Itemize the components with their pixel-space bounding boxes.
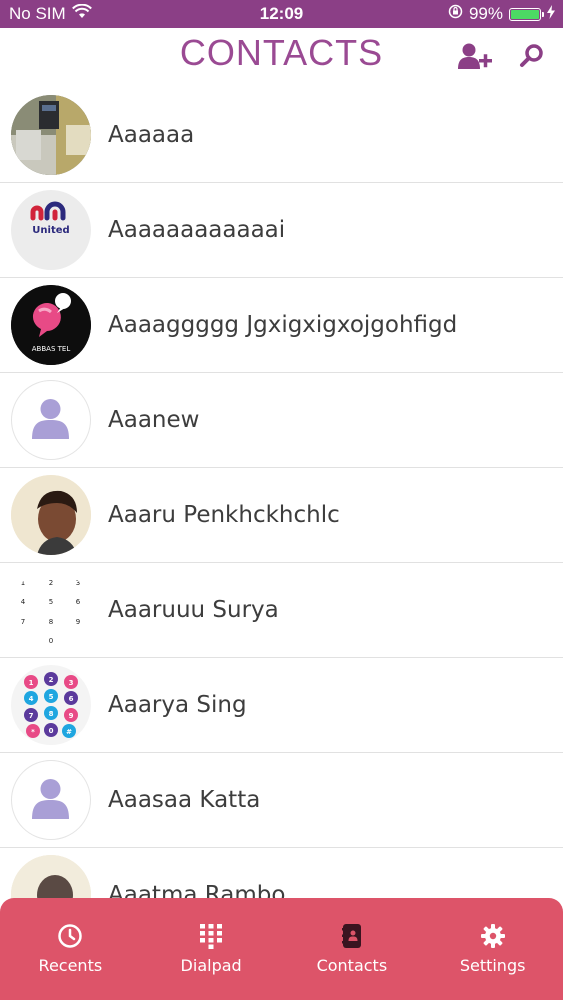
charging-icon [547,4,555,24]
tab-label: Recents [38,956,103,975]
keypad-key: 4 [21,598,26,606]
search-button[interactable] [512,38,552,74]
contact-row[interactable]: Aaaaaa [0,88,563,183]
contact-row[interactable]: 1 2 3 4 5 6 7 8 9 * 0 # Aaarya Sing [0,658,563,753]
contact-avatar [11,380,91,460]
abbas-tel-logo-icon: ABBAS TEL [11,285,91,365]
united-logo-icon: United [30,201,70,236]
keypad-key: 0 [49,727,54,735]
contact-name: Aaaru Penkhckhchlc [108,502,340,528]
dialpad-icon [200,924,223,949]
keypad-key: 3 [76,579,80,587]
tab-label: Contacts [316,956,388,975]
contact-avatar: United [11,190,91,270]
contact-avatar [11,760,91,840]
keypad-key: 9 [76,618,80,626]
status-bar: No SIM 12:09 99% [0,0,563,28]
contact-list[interactable]: Aaaaaa United Aaaaaaaaaaaai ABBAS TEL Aa… [0,88,563,898]
contact-row[interactable]: United Aaaaaaaaaaaai [0,183,563,278]
keypad-key: 1 [29,679,34,687]
gear-icon [480,924,505,948]
keypad-key: 2 [49,579,53,587]
add-person-icon [458,43,492,69]
logo-text: United [32,225,69,236]
colorful-keypad-icon: 1 2 3 4 5 6 7 8 9 * 0 # [24,672,78,738]
add-contact-button[interactable] [456,38,496,74]
contact-name: Aaaruuu Surya [108,597,279,623]
tab-bar: Recents Dialpad Contacts Settings [0,898,563,1000]
keypad-key: # [66,728,72,736]
contact-avatar: 1 2 3 4 5 6 7 8 9 0 [11,570,91,650]
person-photo [11,475,91,555]
contact-row[interactable]: Aaatma Rambo [0,848,563,898]
contact-name: Aaaaggggg Jgxigxigxojgohfigd [108,312,458,338]
keypad-key: 8 [49,710,54,718]
contact-name: Aaanew [108,407,200,433]
contact-avatar [11,855,91,898]
keypad-key: 5 [49,693,54,701]
orientation-lock-icon [448,4,463,24]
tab-label: Settings [459,956,526,975]
contact-avatar [11,95,91,175]
contact-name: Aaasaa Katta [108,787,261,813]
keypad-key: 8 [49,618,53,626]
battery-icon [509,7,544,21]
keypad-key: 3 [69,679,74,687]
contact-row[interactable]: 1 2 3 4 5 6 7 8 9 0 Aaaruuu Surya [0,563,563,658]
search-icon [520,44,543,67]
contact-row[interactable]: Aaasaa Katta [0,753,563,848]
keypad-key: * [31,728,35,736]
contact-row[interactable]: ABBAS TEL Aaaaggggg Jgxigxigxojgohfigd [0,278,563,373]
tab-dialpad[interactable]: Dialpad [141,898,282,1000]
contact-avatar: ABBAS TEL [11,285,91,365]
contact-name: Aaaaaaaaaaaai [108,217,286,243]
battery-percent: 99% [468,4,503,23]
tab-recents[interactable]: Recents [0,898,141,1000]
keypad-key: 5 [49,598,53,606]
keypad-key: 6 [69,695,74,703]
logo-text: ABBAS TEL [32,345,71,353]
keypad-key: 7 [29,712,34,720]
keypad-key: 7 [21,618,25,626]
person-placeholder-icon [32,399,69,439]
contact-name: Aaarya Sing [108,692,247,718]
tab-contacts[interactable]: Contacts [282,898,423,1000]
keypad-key: 0 [49,637,53,645]
contact-name: Aaaaaa [108,122,195,148]
tab-settings[interactable]: Settings [422,898,563,1000]
contact-row[interactable]: Aaanew [0,373,563,468]
contact-avatar: 1 2 3 4 5 6 7 8 9 * 0 # [11,665,91,745]
app-header: CONTACTS [0,28,563,84]
person-placeholder-icon [32,779,69,819]
keypad-key: 2 [49,676,54,684]
keypad-key: 9 [69,712,74,720]
contact-name: Aaatma Rambo [108,882,286,898]
tab-label: Dialpad [180,956,242,975]
keypad-key: 6 [76,598,81,606]
contact-avatar [11,475,91,555]
contact-row[interactable]: Aaaru Penkhckhchlc [0,468,563,563]
contacts-book-icon [341,924,361,948]
keypad-key: 4 [29,695,34,703]
keypad-avatar-icon: 1 2 3 4 5 6 7 8 9 0 [21,579,81,645]
clock-icon [58,924,83,948]
status-right: 99% [448,4,555,24]
keypad-key: 1 [21,579,25,587]
person-photo [11,855,91,898]
